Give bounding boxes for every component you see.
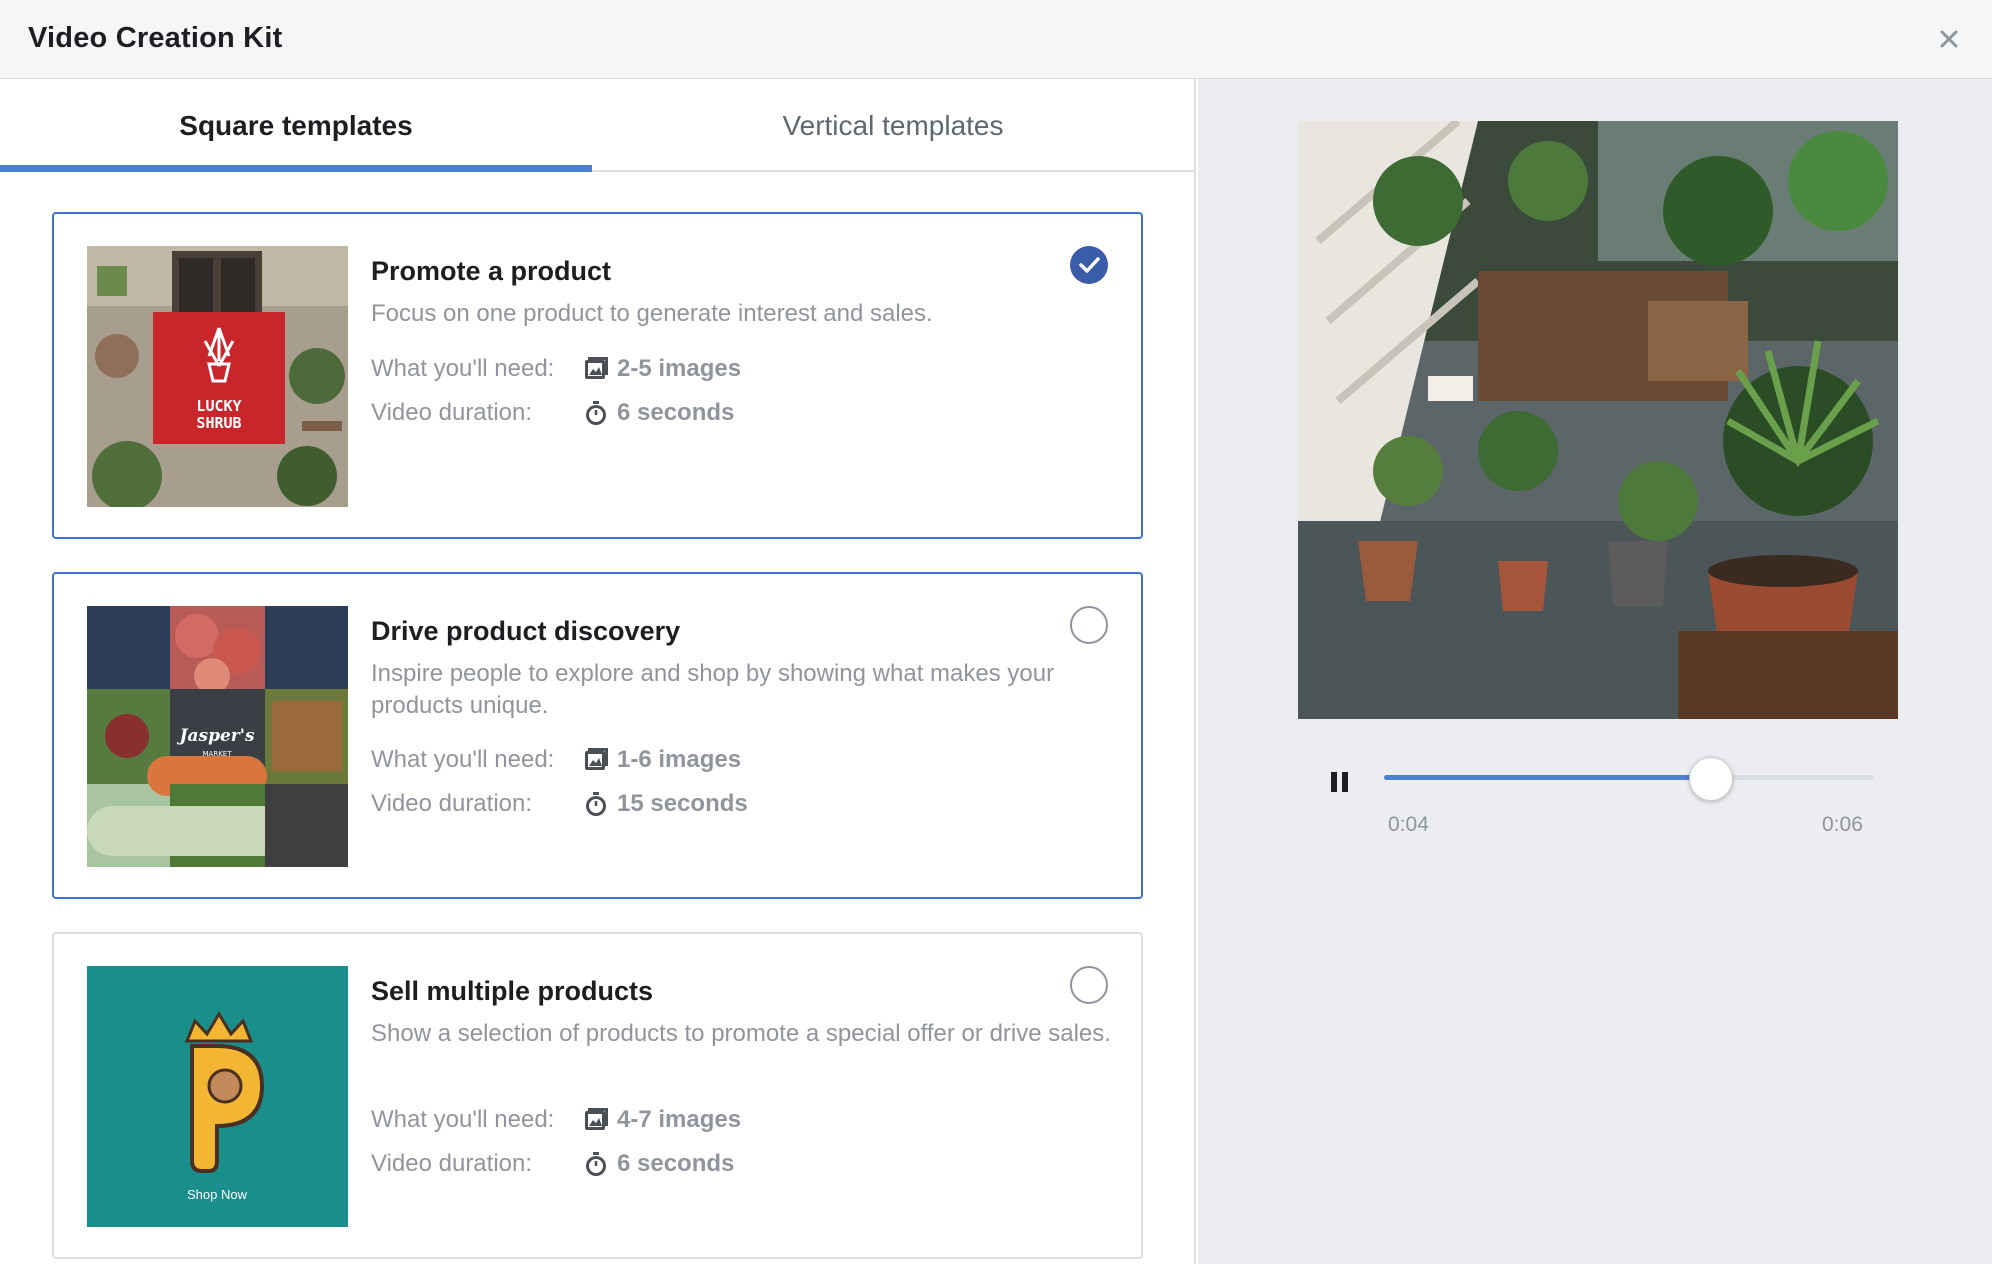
selected-check-icon[interactable] [1070,246,1108,284]
tab-vertical-templates[interactable]: Vertical templates [592,79,1194,172]
duration-value: 6 seconds [617,1150,735,1177]
image-icon [585,1108,608,1130]
card-title: Drive product discovery [371,616,681,646]
images-needed-value: 2-5 images [617,355,742,382]
card-title: Promote a product [371,256,612,286]
radio-button[interactable] [1070,966,1108,1004]
tab-selected-indicator [0,165,592,172]
total-time: 0:06 [1822,813,1863,836]
thumb-text-2: Shop Now [187,1187,248,1202]
template-card-sell-multiple[interactable]: Shop Now Sell multiple products Show a s… [52,932,1143,1259]
template-thumbnail: Shop Now [87,966,348,1227]
dialog-header: Video Creation Kit [0,0,1992,79]
template-thumbnail: Jasper's MARKET [87,606,348,867]
templates-panel: Square templates Vertical templates LUCK… [0,79,1196,1264]
stopwatch-icon [586,1152,606,1176]
thumb-text-1: Jasper's [176,726,254,746]
thumb-text-1: LUCKY [196,397,241,415]
progress-track[interactable] [1384,775,1874,780]
progress-knob[interactable] [1688,757,1733,801]
duration-value: 6 seconds [617,399,735,426]
duration-label: Video duration: [371,399,533,426]
images-needed-value: 4-7 images [617,1106,742,1133]
image-icon [585,748,608,770]
card-title: Sell multiple products [371,976,654,1006]
images-needed-value: 1-6 images [617,746,742,773]
images-needed-row: What you'll need: 4-7 images [371,1106,741,1134]
duration-row: Video duration: 6 seconds [371,399,734,427]
duration-row: Video duration: 6 seconds [371,1150,734,1178]
radio-button[interactable] [1070,606,1108,644]
pause-icon[interactable] [1328,769,1352,795]
card-description: Show a selection of products to promote … [371,1020,1111,1047]
current-time: 0:04 [1388,813,1429,836]
duration-value: 15 seconds [617,790,748,817]
stopwatch-icon [586,401,606,425]
template-card-product-discovery[interactable]: Jasper's MARKET Drive product discovery … [52,572,1143,899]
thumb-text-2: SHRUB [196,414,241,432]
video-preview[interactable] [1298,121,1898,719]
images-needed-row: What you'll need: 1-6 images [371,746,741,774]
stopwatch-icon [586,792,606,816]
duration-row: Video duration: 15 seconds [371,790,748,818]
tab-bar: Square templates Vertical templates [0,79,1194,172]
images-needed-row: What you'll need: 2-5 images [371,355,741,383]
dialog-title: Video Creation Kit [28,22,283,54]
need-label: What you'll need: [371,746,555,773]
duration-label: Video duration: [371,1150,533,1177]
need-label: What you'll need: [371,1106,555,1133]
image-icon [585,357,608,379]
close-icon[interactable] [1934,24,1964,54]
template-card-promote-product[interactable]: LUCKY SHRUB Promote a product Focus on o… [52,212,1143,539]
template-thumbnail: LUCKY SHRUB [87,246,348,507]
card-description: Focus on one product to generate interes… [371,300,933,327]
need-label: What you'll need: [371,355,555,382]
card-description: Inspire people to explore and shop by sh… [371,660,1055,719]
tab-square-templates[interactable]: Square templates [0,79,592,172]
preview-panel: 0:04 0:06 [1198,79,1992,1264]
duration-label: Video duration: [371,790,533,817]
progress-fill [1384,775,1711,780]
